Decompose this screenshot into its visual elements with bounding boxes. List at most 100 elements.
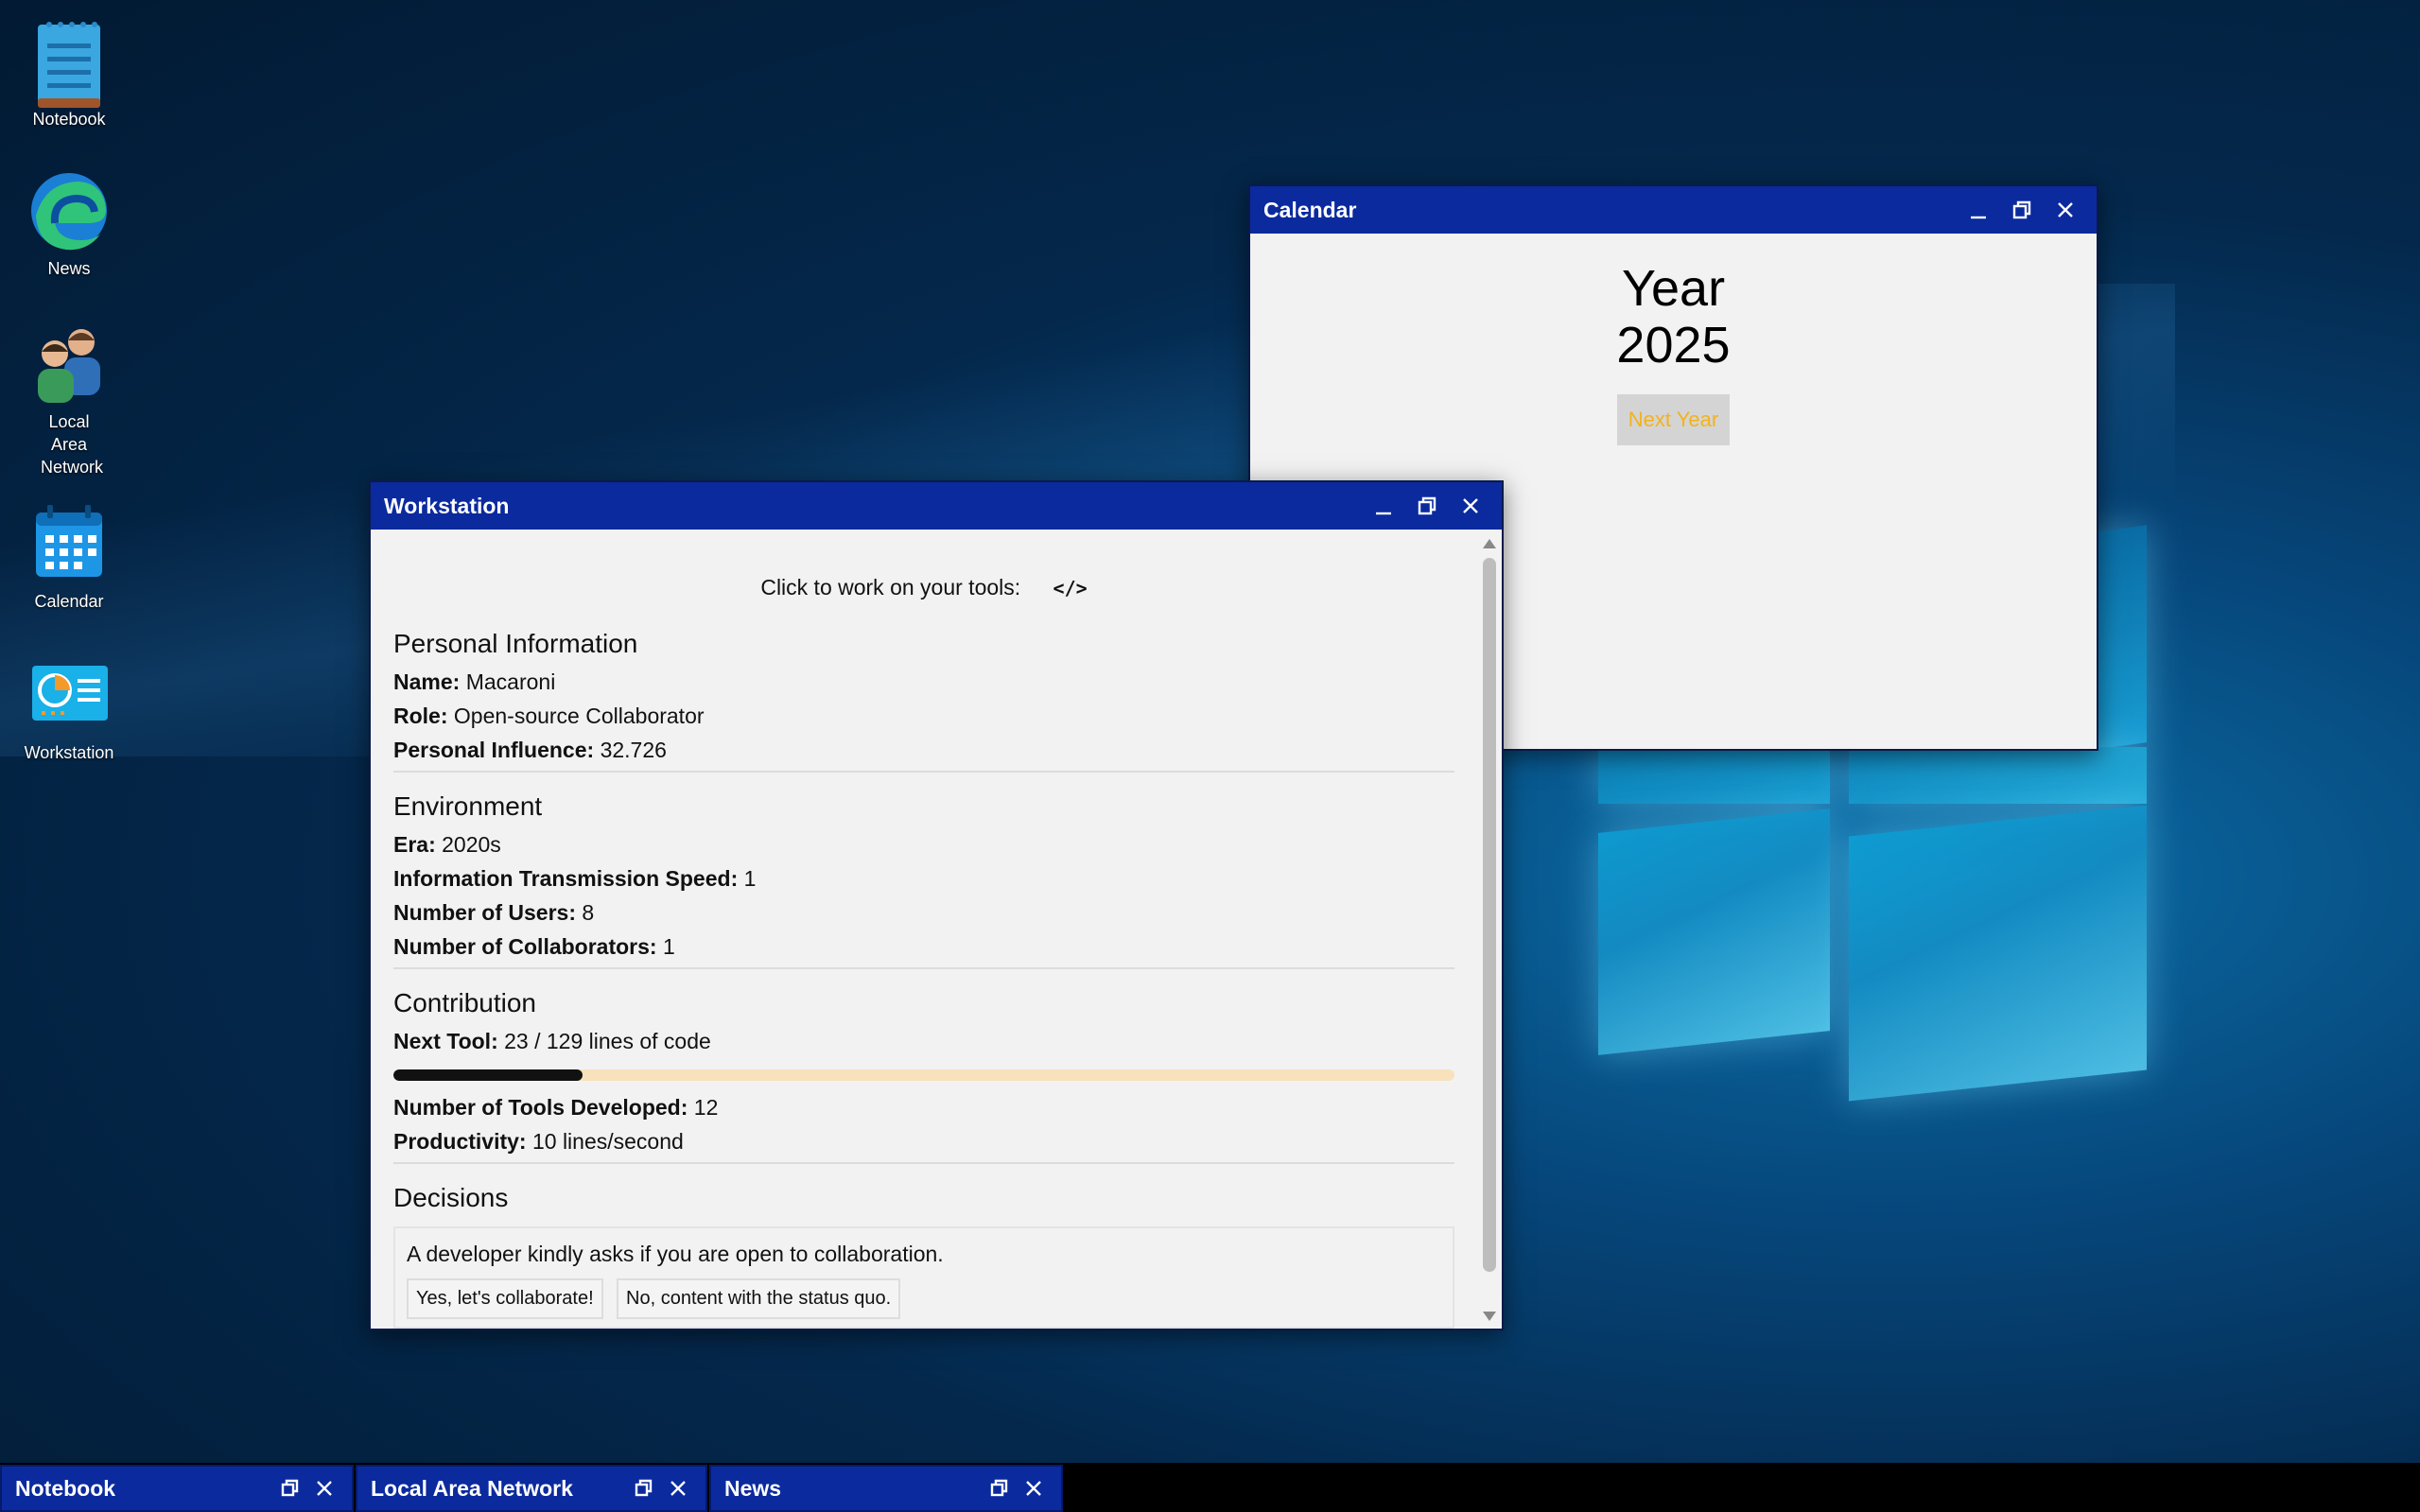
minimize-icon: [1376, 512, 1391, 515]
tools-developed-row: Number of Tools Developed: 12: [393, 1090, 1454, 1124]
accept-collaboration-button[interactable]: Yes, let's collaborate!: [407, 1278, 603, 1319]
contribution-heading: Contribution: [393, 988, 536, 1017]
influence-row: Personal Influence: 32.726: [393, 733, 1454, 767]
restore-icon: [990, 1479, 1008, 1497]
minimize-button[interactable]: [1366, 488, 1402, 524]
era-label: Era:: [393, 832, 436, 857]
desktop-icon-notebook[interactable]: Notebook: [13, 19, 125, 130]
close-button[interactable]: [1019, 1474, 1048, 1503]
close-icon: [2058, 202, 2073, 217]
restore-button[interactable]: [630, 1474, 658, 1503]
close-icon: [1463, 498, 1478, 513]
desktop-icon-local-area-network[interactable]: Local Area Network: [13, 322, 125, 478]
calendar-body: Year 2025 Next Year: [1250, 234, 2097, 445]
maximize-button[interactable]: [2004, 192, 2040, 228]
decision-card: A developer kindly asks if you are open …: [393, 1226, 1454, 1329]
desktop-icon-label: Local Area Network: [41, 412, 104, 477]
year-value: 2025: [1616, 317, 1731, 374]
taskbar-item-label: Local Area Network: [371, 1475, 573, 1501]
productivity-row: Productivity: 10 lines/second: [393, 1124, 1454, 1158]
workstation-titlebar[interactable]: Workstation: [371, 482, 1502, 530]
taskbar-item-label: Notebook: [15, 1475, 116, 1501]
era-value: 2020s: [442, 832, 501, 857]
collaborators-row: Number of Collaborators: 1: [393, 930, 1454, 964]
restore-icon: [1418, 496, 1436, 515]
maximize-button[interactable]: [1409, 488, 1445, 524]
taskbar-item-news[interactable]: News: [709, 1465, 1063, 1512]
role-value: Open-source Collaborator: [453, 704, 705, 728]
year-label: Year: [1621, 260, 1726, 317]
decisions-heading: Decisions: [393, 1183, 509, 1212]
name-value: Macaroni: [465, 669, 556, 694]
tools-row: Click to work on your tools: </>: [393, 575, 1454, 600]
scroll-down-arrow-icon[interactable]: [1483, 1312, 1496, 1321]
next-tool-label: Next Tool:: [393, 1029, 498, 1053]
calendar-icon: [26, 501, 112, 586]
divider: [393, 1162, 1454, 1164]
speed-row: Information Transmission Speed: 1: [393, 861, 1454, 895]
taskbar-item-label: News: [724, 1475, 782, 1501]
era-row: Era: 2020s: [393, 827, 1454, 861]
restore-button[interactable]: [276, 1474, 305, 1503]
wallpaper-pane: [1598, 808, 1830, 1055]
next-year-button[interactable]: Next Year: [1616, 394, 1731, 445]
vertical-scrollbar[interactable]: [1477, 530, 1502, 1329]
desktop-icon-workstation[interactable]: Workstation: [13, 652, 125, 764]
desktop-icon-label: Calendar: [34, 592, 104, 611]
productivity-label: Productivity:: [393, 1129, 527, 1154]
influence-label: Personal Influence:: [393, 738, 595, 762]
wallpaper-pane: [1598, 747, 1830, 804]
users-label: Number of Users:: [393, 900, 576, 925]
progress-fill: [393, 1069, 583, 1081]
close-button[interactable]: [1453, 488, 1489, 524]
speed-label: Information Transmission Speed:: [393, 866, 739, 891]
edge-browser-icon: [26, 168, 112, 253]
speed-value: 1: [743, 866, 757, 891]
notebook-icon: [26, 19, 112, 108]
decline-collaboration-button[interactable]: No, content with the status quo.: [617, 1278, 901, 1319]
close-icon: [1026, 1481, 1041, 1496]
window-title: Calendar: [1263, 197, 1357, 222]
close-button[interactable]: [310, 1474, 339, 1503]
influence-value: 32.726: [600, 738, 667, 762]
tools-developed-label: Number of Tools Developed:: [393, 1095, 688, 1120]
desktop-icon-label: Workstation: [24, 743, 114, 762]
users-value: 8: [582, 900, 595, 925]
restore-icon: [281, 1479, 299, 1497]
wallpaper-pane: [1849, 805, 2147, 1102]
scroll-up-arrow-icon[interactable]: [1483, 539, 1496, 548]
close-button[interactable]: [2047, 192, 2083, 228]
tools-prompt: Click to work on your tools:: [760, 575, 1021, 600]
workstation-window[interactable]: Workstation Click to work on your tools:…: [369, 480, 1504, 1330]
minimize-icon: [1971, 216, 1986, 219]
code-icon[interactable]: </>: [1053, 577, 1088, 600]
decision-prompt: A developer kindly asks if you are open …: [407, 1242, 944, 1266]
desktop-icon-news[interactable]: News: [13, 168, 125, 280]
tools-developed-value: 12: [693, 1095, 719, 1120]
desktop-icon-calendar[interactable]: Calendar: [13, 501, 125, 613]
taskbar: Notebook Local Area Network News: [0, 1463, 2420, 1512]
close-icon: [670, 1481, 686, 1496]
next-tool-value: 23 / 129 lines of code: [504, 1029, 711, 1053]
name-label: Name:: [393, 669, 461, 694]
taskbar-item-notebook[interactable]: Notebook: [0, 1465, 354, 1512]
restore-icon: [2012, 200, 2031, 219]
taskbar-item-local-area-network[interactable]: Local Area Network: [356, 1465, 707, 1512]
restore-button[interactable]: [985, 1474, 1014, 1503]
collaborators-label: Number of Collaborators:: [393, 934, 657, 959]
calendar-titlebar[interactable]: Calendar: [1250, 186, 2097, 234]
close-button[interactable]: [664, 1474, 692, 1503]
collaborators-value: 1: [662, 934, 675, 959]
close-icon: [317, 1481, 332, 1496]
window-title: Workstation: [384, 493, 510, 518]
desktop-icon-label: News: [47, 259, 91, 278]
environment-heading: Environment: [393, 791, 543, 821]
role-label: Role:: [393, 704, 448, 728]
workstation-content: Click to work on your tools: </> Persona…: [371, 530, 1477, 1329]
personal-heading: Personal Information: [393, 629, 638, 658]
scrollbar-thumb[interactable]: [1483, 558, 1496, 1272]
wallpaper-pane: [1849, 747, 2147, 804]
name-row: Name: Macaroni: [393, 665, 1454, 699]
restore-icon: [635, 1479, 653, 1497]
minimize-button[interactable]: [1960, 192, 1996, 228]
